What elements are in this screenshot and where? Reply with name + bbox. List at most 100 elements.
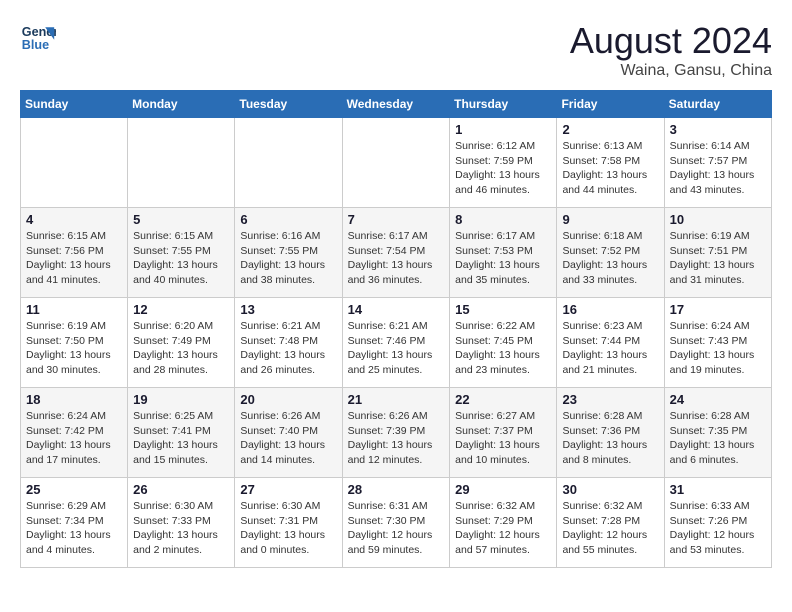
day-info: Sunrise: 6:12 AM Sunset: 7:59 PM Dayligh… [455,139,551,198]
col-header-friday: Friday [557,91,664,118]
calendar-week-row: 4Sunrise: 6:15 AM Sunset: 7:56 PM Daylig… [21,208,772,298]
svg-text:Blue: Blue [22,38,49,52]
day-number: 24 [670,392,766,407]
calendar-cell: 19 Sunrise: 6:25 AM Sunset: 7:41 PM Dayli… [128,388,235,478]
day-number: 6 [240,212,336,227]
day-number: 22 [455,392,551,407]
col-header-sunday: Sunday [21,91,128,118]
day-number: 28 [348,482,445,497]
day-info: Sunrise: 6:21 AM Sunset: 7:48 PM Dayligh… [240,319,336,378]
calendar-cell [342,118,450,208]
day-number: 17 [670,302,766,317]
day-number: 26 [133,482,229,497]
day-number: 16 [562,302,658,317]
calendar-cell: 31 Sunrise: 6:33 AM Sunset: 7:26 PM Dayli… [664,478,771,568]
day-number: 8 [455,212,551,227]
day-info: Sunrise: 6:17 AM Sunset: 7:53 PM Dayligh… [455,229,551,288]
day-info: Sunrise: 6:30 AM Sunset: 7:31 PM Dayligh… [240,499,336,558]
day-info: Sunrise: 6:22 AM Sunset: 7:45 PM Dayligh… [455,319,551,378]
day-info: Sunrise: 6:28 AM Sunset: 7:35 PM Dayligh… [670,409,766,468]
day-info: Sunrise: 6:24 AM Sunset: 7:43 PM Dayligh… [670,319,766,378]
page-header: General Blue August 2024 Waina, Gansu, C… [20,20,772,80]
calendar-cell: 18Sunrise: 6:24 AM Sunset: 7:42 PM Dayli… [21,388,128,478]
calendar-cell: 30 Sunrise: 6:32 AM Sunset: 7:28 PM Dayli… [557,478,664,568]
day-info: Sunrise: 6:31 AM Sunset: 7:30 PM Dayligh… [348,499,445,558]
logo-icon: General Blue [20,20,56,56]
calendar-cell: 24 Sunrise: 6:28 AM Sunset: 7:35 PM Dayli… [664,388,771,478]
day-number: 18 [26,392,122,407]
calendar-cell: 1 Sunrise: 6:12 AM Sunset: 7:59 PM Daylig… [450,118,557,208]
day-info: Sunrise: 6:33 AM Sunset: 7:26 PM Dayligh… [670,499,766,558]
day-info: Sunrise: 6:20 AM Sunset: 7:49 PM Dayligh… [133,319,229,378]
calendar-cell: 27 Sunrise: 6:30 AM Sunset: 7:31 PM Dayli… [235,478,342,568]
calendar-cell: 9 Sunrise: 6:18 AM Sunset: 7:52 PM Daylig… [557,208,664,298]
day-number: 3 [670,122,766,137]
calendar-cell: 3Sunrise: 6:14 AM Sunset: 7:57 PM Daylig… [664,118,771,208]
calendar-header-row: SundayMondayTuesdayWednesdayThursdayFrid… [21,91,772,118]
calendar-cell: 21Sunrise: 6:26 AM Sunset: 7:39 PM Dayli… [342,388,450,478]
calendar-cell: 17 Sunrise: 6:24 AM Sunset: 7:43 PM Dayli… [664,298,771,388]
day-number: 30 [562,482,658,497]
day-info: Sunrise: 6:13 AM Sunset: 7:58 PM Dayligh… [562,139,658,198]
calendar-cell: 26 Sunrise: 6:30 AM Sunset: 7:33 PM Dayli… [128,478,235,568]
calendar-cell: 2Sunrise: 6:13 AM Sunset: 7:58 PM Daylig… [557,118,664,208]
day-number: 29 [455,482,551,497]
col-header-tuesday: Tuesday [235,91,342,118]
calendar-cell: 14 Sunrise: 6:21 AM Sunset: 7:46 PM Dayli… [342,298,450,388]
day-info: Sunrise: 6:32 AM Sunset: 7:28 PM Dayligh… [562,499,658,558]
calendar-cell: 11Sunrise: 6:19 AM Sunset: 7:50 PM Dayli… [21,298,128,388]
day-number: 1 [455,122,551,137]
title-block: August 2024 Waina, Gansu, China [570,20,772,80]
calendar-cell: 29 Sunrise: 6:32 AM Sunset: 7:29 PM Dayli… [450,478,557,568]
day-number: 12 [133,302,229,317]
calendar-cell: 7 Sunrise: 6:17 AM Sunset: 7:54 PM Daylig… [342,208,450,298]
col-header-wednesday: Wednesday [342,91,450,118]
calendar-cell: 10Sunrise: 6:19 AM Sunset: 7:51 PM Dayli… [664,208,771,298]
day-info: Sunrise: 6:17 AM Sunset: 7:54 PM Dayligh… [348,229,445,288]
day-info: Sunrise: 6:29 AM Sunset: 7:34 PM Dayligh… [26,499,122,558]
day-number: 21 [348,392,445,407]
calendar-cell: 4Sunrise: 6:15 AM Sunset: 7:56 PM Daylig… [21,208,128,298]
day-number: 19 [133,392,229,407]
day-number: 7 [348,212,445,227]
calendar-week-row: 18Sunrise: 6:24 AM Sunset: 7:42 PM Dayli… [21,388,772,478]
day-number: 13 [240,302,336,317]
day-number: 31 [670,482,766,497]
day-info: Sunrise: 6:30 AM Sunset: 7:33 PM Dayligh… [133,499,229,558]
calendar-cell: 5Sunrise: 6:15 AM Sunset: 7:55 PM Daylig… [128,208,235,298]
day-info: Sunrise: 6:15 AM Sunset: 7:55 PM Dayligh… [133,229,229,288]
calendar-cell: 13 Sunrise: 6:21 AM Sunset: 7:48 PM Dayli… [235,298,342,388]
day-number: 25 [26,482,122,497]
col-header-saturday: Saturday [664,91,771,118]
calendar-week-row: 1 Sunrise: 6:12 AM Sunset: 7:59 PM Daylig… [21,118,772,208]
day-info: Sunrise: 6:19 AM Sunset: 7:50 PM Dayligh… [26,319,122,378]
day-number: 4 [26,212,122,227]
day-number: 23 [562,392,658,407]
calendar-cell: 6 Sunrise: 6:16 AM Sunset: 7:55 PM Daylig… [235,208,342,298]
calendar-cell: 8 Sunrise: 6:17 AM Sunset: 7:53 PM Daylig… [450,208,557,298]
col-header-thursday: Thursday [450,91,557,118]
day-info: Sunrise: 6:25 AM Sunset: 7:41 PM Dayligh… [133,409,229,468]
day-number: 14 [348,302,445,317]
day-number: 9 [562,212,658,227]
day-number: 15 [455,302,551,317]
day-info: Sunrise: 6:27 AM Sunset: 7:37 PM Dayligh… [455,409,551,468]
day-info: Sunrise: 6:32 AM Sunset: 7:29 PM Dayligh… [455,499,551,558]
day-info: Sunrise: 6:16 AM Sunset: 7:55 PM Dayligh… [240,229,336,288]
day-info: Sunrise: 6:23 AM Sunset: 7:44 PM Dayligh… [562,319,658,378]
calendar-table: SundayMondayTuesdayWednesdayThursdayFrid… [20,90,772,568]
day-number: 27 [240,482,336,497]
day-info: Sunrise: 6:18 AM Sunset: 7:52 PM Dayligh… [562,229,658,288]
col-header-monday: Monday [128,91,235,118]
calendar-cell: 28 Sunrise: 6:31 AM Sunset: 7:30 PM Dayli… [342,478,450,568]
page-title: August 2024 [570,20,772,62]
calendar-cell [235,118,342,208]
calendar-cell [21,118,128,208]
calendar-cell: 15 Sunrise: 6:22 AM Sunset: 7:45 PM Dayli… [450,298,557,388]
calendar-cell: 12 Sunrise: 6:20 AM Sunset: 7:49 PM Dayli… [128,298,235,388]
calendar-week-row: 25 Sunrise: 6:29 AM Sunset: 7:34 PM Dayli… [21,478,772,568]
calendar-cell: 25 Sunrise: 6:29 AM Sunset: 7:34 PM Dayli… [21,478,128,568]
calendar-cell [128,118,235,208]
day-info: Sunrise: 6:21 AM Sunset: 7:46 PM Dayligh… [348,319,445,378]
calendar-cell: 22 Sunrise: 6:27 AM Sunset: 7:37 PM Dayli… [450,388,557,478]
